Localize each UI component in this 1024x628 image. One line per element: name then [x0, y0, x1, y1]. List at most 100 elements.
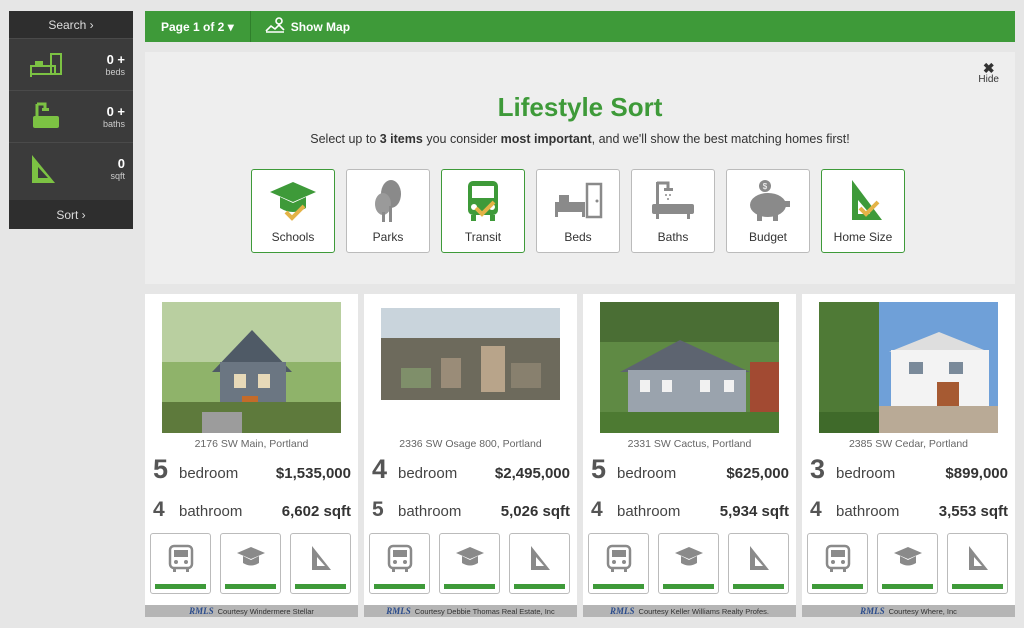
category-home-size[interactable]: Home Size: [821, 169, 905, 253]
category-label: Schools: [271, 230, 315, 244]
listing-address: 2331 SW Cactus, Portland: [627, 438, 752, 450]
bath-label: bathroom: [179, 503, 243, 520]
graduation-cap-icon: [268, 170, 318, 229]
category-label: Transit: [464, 230, 502, 244]
search-button[interactable]: Search ›: [9, 11, 133, 38]
map-icon: [265, 17, 291, 36]
listing-photo[interactable]: [819, 302, 998, 433]
bath-count: 4: [810, 498, 822, 521]
schools-score-bar: [882, 584, 933, 589]
lifestyle-categories: Schools Parks Transit Beds Baths $ Budge…: [251, 169, 905, 253]
size-score-tile[interactable]: [728, 533, 789, 594]
category-parks[interactable]: Parks: [346, 169, 430, 253]
size-score-bar: [733, 584, 784, 589]
category-label: Parks: [372, 230, 404, 244]
bath-count: 5: [372, 498, 384, 521]
listing-credit: RMLS Courtesy Windermere Stellar: [145, 605, 358, 617]
lifestyle-sort-panel: ✖ Hide Lifestyle Sort Select up to 3 ite…: [145, 52, 1015, 284]
listing-address: 2176 SW Main, Portland: [194, 438, 309, 450]
rmls-logo: RMLS: [386, 606, 411, 616]
baths-unit: baths: [102, 118, 125, 129]
category-label: Beds: [564, 230, 592, 244]
category-schools[interactable]: Schools: [251, 169, 335, 253]
beds-filter[interactable]: 0 + beds: [9, 38, 133, 90]
listing-sqft: 6,602 sqft: [281, 503, 351, 520]
show-map-button[interactable]: Show Map: [251, 17, 364, 36]
listing-photo[interactable]: [381, 308, 560, 400]
lifestyle-sort-title: Lifestyle Sort: [497, 92, 663, 122]
listing-price: $899,000: [945, 465, 1008, 482]
sort-button[interactable]: Sort ›: [9, 200, 133, 229]
beds-value: 0 +: [106, 51, 125, 67]
bath-icon: [648, 170, 698, 229]
size-score-tile[interactable]: [509, 533, 570, 594]
search-sidebar: Search › 0 + beds 0 + baths 0 sqft Sort ›: [9, 11, 133, 229]
results-toolbar: Page 1 of 2 ▾ Show Map: [145, 11, 1015, 42]
bath-label: bathroom: [836, 503, 900, 520]
transit-score-bar: [812, 584, 863, 589]
transit-score-bar: [593, 584, 644, 589]
transit-score-bar: [155, 584, 206, 589]
listing-price: $1,535,000: [275, 465, 351, 482]
listing-price: $625,000: [726, 465, 789, 482]
rmls-logo: RMLS: [860, 606, 885, 616]
transit-score-tile[interactable]: [150, 533, 211, 594]
bus-icon: [458, 170, 508, 229]
listing-card[interactable]: 2331 SW Cactus, Portland 5 bedroom $625,00…: [583, 294, 796, 617]
bed-label: bedroom: [398, 465, 458, 482]
set-square-icon: [29, 153, 57, 185]
category-label: Home Size: [833, 230, 893, 244]
rmls-logo: RMLS: [189, 606, 214, 616]
listing-sqft: 5,026 sqft: [500, 503, 570, 520]
category-beds[interactable]: Beds: [536, 169, 620, 253]
bath-count: 4: [153, 498, 165, 521]
hide-button[interactable]: ✖ Hide: [978, 61, 999, 85]
listing-photo[interactable]: [162, 302, 341, 433]
schools-score-bar: [225, 584, 276, 589]
transit-score-tile[interactable]: [807, 533, 868, 594]
category-label: Budget: [748, 230, 788, 244]
rmls-logo: RMLS: [610, 606, 635, 616]
size-score-bar: [952, 584, 1003, 589]
bath-count: 4: [591, 498, 603, 521]
listing-card[interactable]: 2176 SW Main, Portland 5 bedroom $1,535,00…: [145, 294, 358, 617]
size-score-tile[interactable]: [290, 533, 351, 594]
listing-photo[interactable]: [600, 302, 779, 433]
listing-address: 2385 SW Cedar, Portland: [848, 438, 969, 450]
beds-unit: beds: [105, 66, 125, 77]
tree-icon: [363, 170, 413, 229]
page-selector[interactable]: Page 1 of 2 ▾: [145, 11, 251, 42]
schools-score-bar: [444, 584, 495, 589]
sqft-filter[interactable]: 0 sqft: [9, 142, 133, 194]
set-square-icon: [838, 170, 888, 229]
category-budget[interactable]: $ Budget: [726, 169, 810, 253]
category-transit[interactable]: Transit: [441, 169, 525, 253]
listing-price: $2,495,000: [494, 465, 570, 482]
transit-score-tile[interactable]: [588, 533, 649, 594]
category-baths[interactable]: Baths: [631, 169, 715, 253]
schools-score-tile[interactable]: [220, 533, 281, 594]
listing-sqft: 5,934 sqft: [719, 503, 789, 520]
svg-text:$: $: [763, 182, 768, 191]
baths-value: 0 +: [106, 103, 125, 119]
schools-score-tile[interactable]: [439, 533, 500, 594]
listing-credit: RMLS Courtesy Where, Inc: [802, 605, 1015, 617]
size-score-tile[interactable]: [947, 533, 1008, 594]
transit-score-bar: [374, 584, 425, 589]
schools-score-tile[interactable]: [877, 533, 938, 594]
size-score-bar: [514, 584, 565, 589]
listing-card[interactable]: 2336 SW Osage 800, Portland 4 bedroom $2,4…: [364, 294, 577, 617]
bath-label: bathroom: [398, 503, 462, 520]
transit-score-tile[interactable]: [369, 533, 430, 594]
schools-score-tile[interactable]: [658, 533, 719, 594]
bed-label: bedroom: [617, 465, 677, 482]
bed-label: bedroom: [179, 465, 239, 482]
category-label: Baths: [657, 230, 689, 244]
listing-card[interactable]: 2385 SW Cedar, Portland 3 bedroom $899,000…: [802, 294, 1015, 617]
sqft-value: 0: [117, 155, 125, 171]
bed-label: bedroom: [836, 465, 896, 482]
bed-icon: [553, 170, 603, 229]
listing-credit: RMLS Courtesy Keller Williams Realty Prof…: [583, 605, 796, 617]
bed-count: 5: [153, 454, 169, 484]
baths-filter[interactable]: 0 + baths: [9, 90, 133, 142]
